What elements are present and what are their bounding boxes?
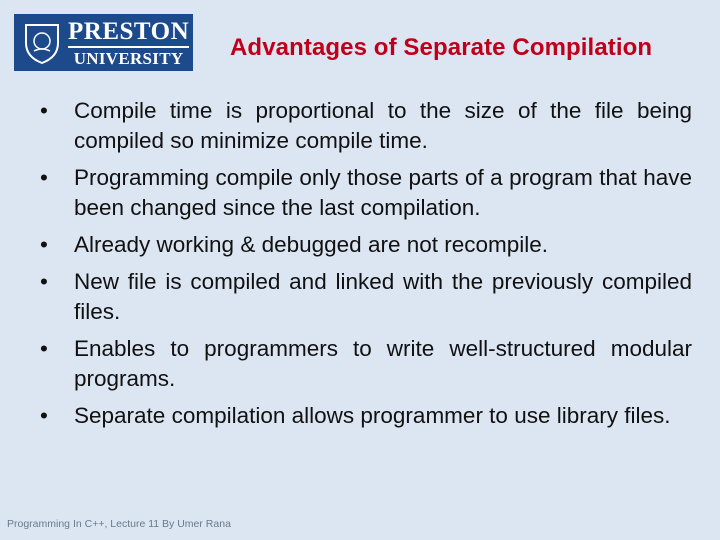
university-logo: PRESTON UNIVERSITY: [14, 14, 193, 71]
bullet-icon: •: [40, 98, 48, 123]
slide-footer: Programming In C++, Lecture 11 By Umer R…: [7, 518, 231, 530]
bullet-item: • New file is compiled and linked with th…: [40, 269, 692, 324]
bullet-icon: •: [40, 336, 48, 361]
bullet-list: • Compile time is proportional to the siz…: [40, 96, 692, 438]
bullet-item: • Compile time is proportional to the siz…: [40, 98, 692, 153]
bullet-icon: •: [40, 232, 48, 257]
bullet-icon: •: [40, 403, 48, 428]
bullet-item: • Separate compilation allows programmer …: [40, 401, 692, 431]
logo-line1: PRESTON: [68, 17, 190, 45]
logo-line2: UNIVERSITY: [73, 48, 184, 68]
crest-icon: [20, 20, 64, 66]
bullet-item: • Programming compile only those parts of…: [40, 165, 692, 220]
slide-title: Advantages of Separate Compilation: [230, 34, 653, 61]
bullet-icon: •: [40, 165, 48, 190]
bullet-icon: •: [40, 269, 48, 294]
bullet-item: • Enables to programmers to write well-st…: [40, 336, 692, 391]
bullet-item: • Already working & debugged are not reco…: [40, 230, 692, 260]
